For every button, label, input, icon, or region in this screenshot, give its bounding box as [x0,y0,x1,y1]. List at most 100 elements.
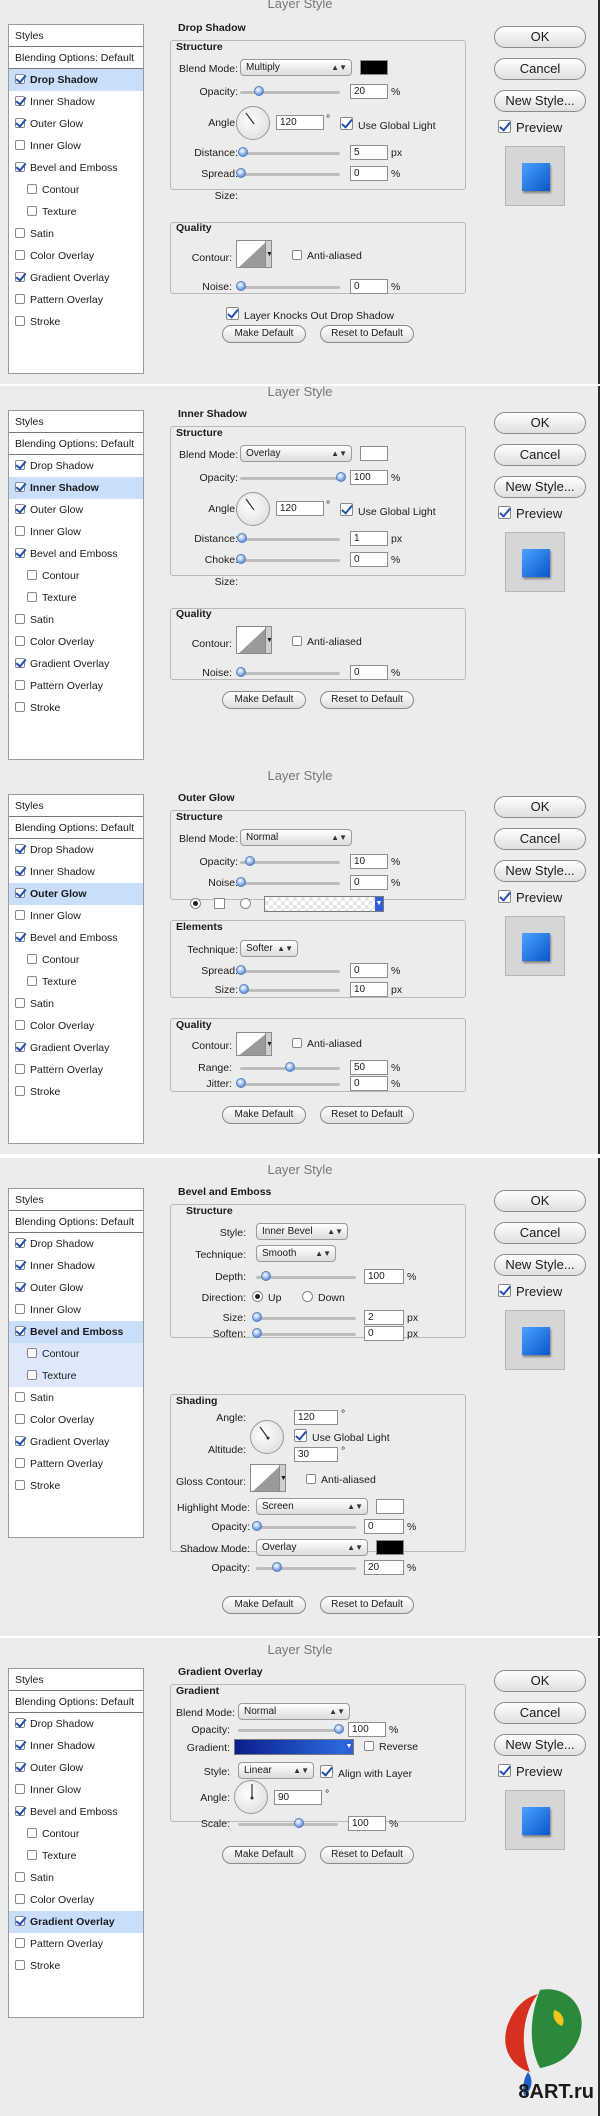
sidebar-item-outer-glow[interactable]: Outer Glow [9,113,143,135]
size-field[interactable]: 2 [364,1310,404,1325]
sidebar-item-texture[interactable]: Texture [9,1845,143,1867]
checkbox[interactable] [498,890,511,903]
size-slider[interactable] [240,989,340,992]
reverse-checkbox[interactable]: Reverse [364,1741,418,1753]
bevel-style-select[interactable]: Inner Bevel ▲▼ [256,1223,348,1240]
choke-field[interactable]: 0 [350,552,388,567]
styles-header[interactable]: Styles [9,1189,143,1211]
direction-down-radio[interactable] [302,1291,313,1302]
spread-slider-knob[interactable] [236,168,246,178]
checkbox[interactable] [15,1326,25,1336]
new-style-button[interactable]: New Style... [494,1734,586,1756]
sidebar-item-inner-glow[interactable]: Inner Glow [9,521,143,543]
checkbox[interactable] [15,96,25,106]
blend-mode-select[interactable]: Normal ▲▼ [240,829,352,846]
distance-slider-knob[interactable] [237,533,247,543]
opacity-slider[interactable] [240,861,340,864]
checkbox[interactable] [15,636,25,646]
range-slider-knob[interactable] [285,1062,295,1072]
noise-slider-knob[interactable] [236,667,246,677]
shadow-color-swatch[interactable] [360,446,388,461]
gloss-contour-picker[interactable]: ▼ [250,1464,286,1492]
opacity-field[interactable]: 100 [348,1722,386,1737]
checkbox[interactable] [15,504,25,514]
sidebar-item-inner-glow[interactable]: Inner Glow [9,1299,143,1321]
technique-select[interactable]: Smooth ▲▼ [256,1245,336,1262]
sidebar-item-pattern-overlay[interactable]: Pattern Overlay [9,1933,143,1955]
angle-field[interactable]: 120 [294,1410,338,1425]
opacity-slider[interactable] [238,1729,338,1732]
checkbox[interactable] [15,702,25,712]
sidebar-item-bevel-emboss[interactable]: Bevel and Emboss [9,1801,143,1823]
opacity-field[interactable]: 100 [350,470,388,485]
altitude-field[interactable]: 30 [294,1447,338,1462]
sidebar-item-satin[interactable]: Satin [9,993,143,1015]
blend-mode-select[interactable]: Overlay ▲▼ [240,445,352,462]
blend-mode-select[interactable]: Multiply ▲▼ [240,59,352,76]
checkbox[interactable] [498,1284,511,1297]
sidebar-item-bevel-emboss[interactable]: Bevel and Emboss [9,1321,143,1343]
spread-field[interactable]: 0 [350,166,388,181]
angle-field[interactable]: 120 [276,115,324,130]
sidebar-item-bevel-emboss[interactable]: Bevel and Emboss [9,157,143,179]
ok-button[interactable]: OK [494,412,586,434]
checkbox[interactable] [226,307,239,320]
make-default-button[interactable]: Make Default [222,1596,306,1614]
noise-field[interactable]: 0 [350,665,388,680]
layer-knocks-out-checkbox[interactable]: Layer Knocks Out Drop Shadow [226,307,394,322]
checkbox[interactable] [340,117,353,130]
checkbox[interactable] [15,1392,25,1402]
checkbox[interactable] [15,294,25,304]
preview-checkbox[interactable]: Preview [498,120,562,135]
blending-options[interactable]: Blending Options: Default [9,47,143,69]
sidebar-item-gradient-overlay[interactable]: Gradient Overlay [9,1431,143,1453]
anti-aliased-checkbox[interactable]: Anti-aliased [306,1474,376,1486]
sidebar-item-pattern-overlay[interactable]: Pattern Overlay [9,289,143,311]
checkbox[interactable] [306,1474,316,1484]
sidebar-item-gradient-overlay[interactable]: Gradient Overlay [9,267,143,289]
checkbox[interactable] [15,1872,25,1882]
glow-color-swatch[interactable] [214,898,225,909]
ok-button[interactable]: OK [494,796,586,818]
checkbox[interactable] [15,1458,25,1468]
checkbox[interactable] [364,1741,374,1751]
checkbox[interactable] [15,1020,25,1030]
depth-slider-knob[interactable] [261,1271,271,1281]
use-global-light-checkbox[interactable]: Use Global Light [340,117,436,132]
opacity-slider-knob[interactable] [245,856,255,866]
sidebar-item-gradient-overlay[interactable]: Gradient Overlay [9,1911,143,1933]
size-slider-knob[interactable] [252,1312,262,1322]
scale-slider[interactable] [238,1823,338,1826]
sidebar-item-contour[interactable]: Contour [9,1343,143,1365]
checkbox[interactable] [15,1916,25,1926]
checkbox[interactable] [15,844,25,854]
sidebar-item-satin[interactable]: Satin [9,1867,143,1889]
checkbox[interactable] [320,1765,333,1778]
sidebar-item-stroke[interactable]: Stroke [9,311,143,333]
sidebar-item-inner-shadow[interactable]: Inner Shadow [9,1735,143,1757]
checkbox[interactable] [15,162,25,172]
angle-dial[interactable] [250,1420,284,1454]
noise-slider[interactable] [240,286,340,289]
noise-slider[interactable] [240,882,340,885]
sidebar-item-inner-shadow[interactable]: Inner Shadow [9,861,143,883]
opacity-slider-knob[interactable] [334,1724,344,1734]
blend-mode-select[interactable]: Normal ▲▼ [238,1703,350,1720]
sidebar-item-outer-glow[interactable]: Outer Glow [9,1757,143,1779]
jitter-slider-knob[interactable] [236,1078,246,1088]
blending-options[interactable]: Blending Options: Default [9,1211,143,1233]
sidebar-item-texture[interactable]: Texture [9,1365,143,1387]
cancel-button[interactable]: Cancel [494,1222,586,1244]
checkbox[interactable] [292,250,302,260]
jitter-field[interactable]: 0 [350,1076,388,1091]
reset-to-default-button[interactable]: Reset to Default [320,1596,414,1614]
checkbox[interactable] [27,206,37,216]
sidebar-item-gradient-overlay[interactable]: Gradient Overlay [9,1037,143,1059]
checkbox[interactable] [15,1938,25,1948]
use-global-light-checkbox[interactable]: Use Global Light [294,1429,390,1444]
contour-picker[interactable]: ▼ [236,240,272,268]
cancel-button[interactable]: Cancel [494,828,586,850]
checkbox[interactable] [15,460,25,470]
highlight-opacity-field[interactable]: 0 [364,1519,404,1534]
angle-dial[interactable] [236,492,270,526]
